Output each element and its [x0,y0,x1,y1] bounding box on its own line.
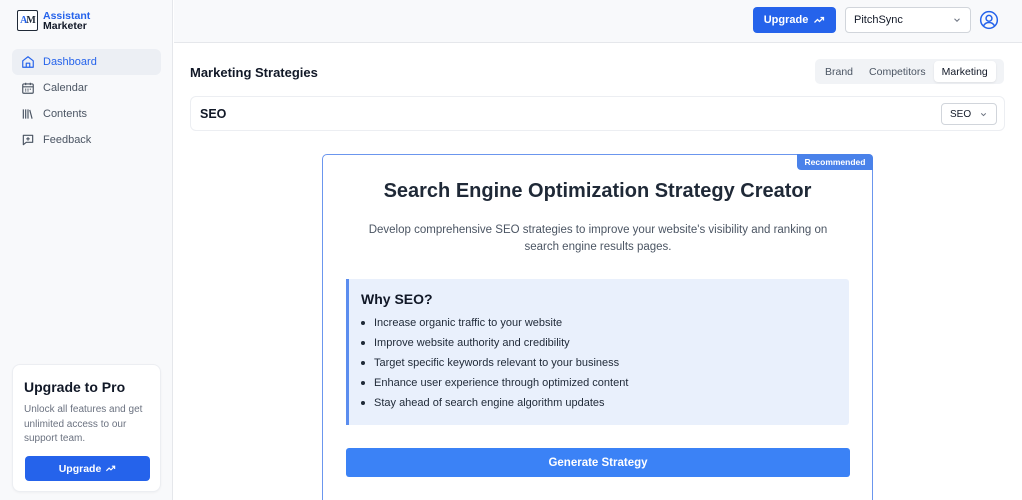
sidebar-item-label: Dashboard [43,56,97,68]
sidebar-item-calendar[interactable]: Calendar [12,75,161,101]
button-label: Upgrade [58,462,102,475]
tab-marketing[interactable]: Marketing [933,61,996,82]
promo-text: Unlock all features and get unlimited ac… [24,404,143,444]
sidebar-item-feedback[interactable]: Feedback [12,127,161,153]
sidebar-upgrade-button[interactable]: Upgrade [25,456,150,481]
strategy-tabs: Brand Competitors Marketing [815,59,1004,84]
sidebar-item-label: Contents [43,108,88,120]
strategy-card: Recommended Search Engine Optimization S… [322,154,873,500]
card-description: Develop comprehensive SEO strategies to … [368,224,828,253]
recommended-badge: Recommended [797,154,873,170]
chevron-down-icon [954,18,960,22]
sidebar-item-label: Calendar [43,82,88,94]
why-seo-list: Increase organic traffic to your website… [361,313,849,413]
strategy-type-value: SEO [950,108,972,120]
generate-strategy-button[interactable]: Generate Strategy [346,448,850,477]
sidebar-nav: Dashboard Calendar Contents Feedback [12,49,161,153]
trending-up-icon [106,465,116,472]
promo-title: Upgrade to Pro [24,379,126,395]
list-item: Improve website authority and credibilit… [361,333,849,353]
chevron-down-icon [980,112,987,116]
sidebar-item-dashboard[interactable]: Dashboard [12,49,161,75]
sidebar-item-label: Feedback [43,134,92,146]
list-item: Stay ahead of search engine algorithm up… [361,393,849,413]
strategy-type-select[interactable]: SEO [941,103,997,125]
list-item: Target specific keywords relevant to you… [361,353,849,373]
upgrade-button[interactable]: Upgrade [753,7,836,33]
upgrade-promo-card: Upgrade to Pro Unlock all features and g… [12,364,161,492]
calendar-icon [22,82,34,94]
sidebar-item-contents[interactable]: Contents [12,101,161,127]
logo-text-line1: Assistant [43,9,91,22]
section-label: SEO [200,107,227,121]
section-header: SEO SEO [190,96,1005,131]
list-item: Increase organic traffic to your website [361,313,849,333]
logo-mark: AM [17,10,38,31]
user-avatar-icon[interactable] [979,10,999,30]
project-select[interactable]: PitchSync [845,7,971,33]
tab-brand[interactable]: Brand [817,61,861,82]
why-seo-box: Why SEO? Increase organic traffic to you… [346,279,849,425]
home-icon [22,56,34,68]
top-bar: Upgrade PitchSync [174,0,1022,43]
library-icon [22,109,33,119]
card-title: Search Engine Optimization Strategy Crea… [383,180,812,202]
why-seo-title: Why SEO? [361,291,433,307]
logo-text-line2: Marketer [43,19,87,32]
button-label: Upgrade [763,14,809,26]
tab-competitors[interactable]: Competitors [861,61,934,82]
feedback-icon [22,134,34,146]
page-title: Marketing Strategies [190,65,318,80]
sidebar: AM Assistant Marketer Dashboard Calendar… [0,0,173,500]
project-select-value: PitchSync [854,14,903,26]
trending-up-icon [814,16,825,23]
app-logo[interactable]: AM Assistant Marketer [17,10,90,31]
list-item: Enhance user experience through optimize… [361,373,849,393]
